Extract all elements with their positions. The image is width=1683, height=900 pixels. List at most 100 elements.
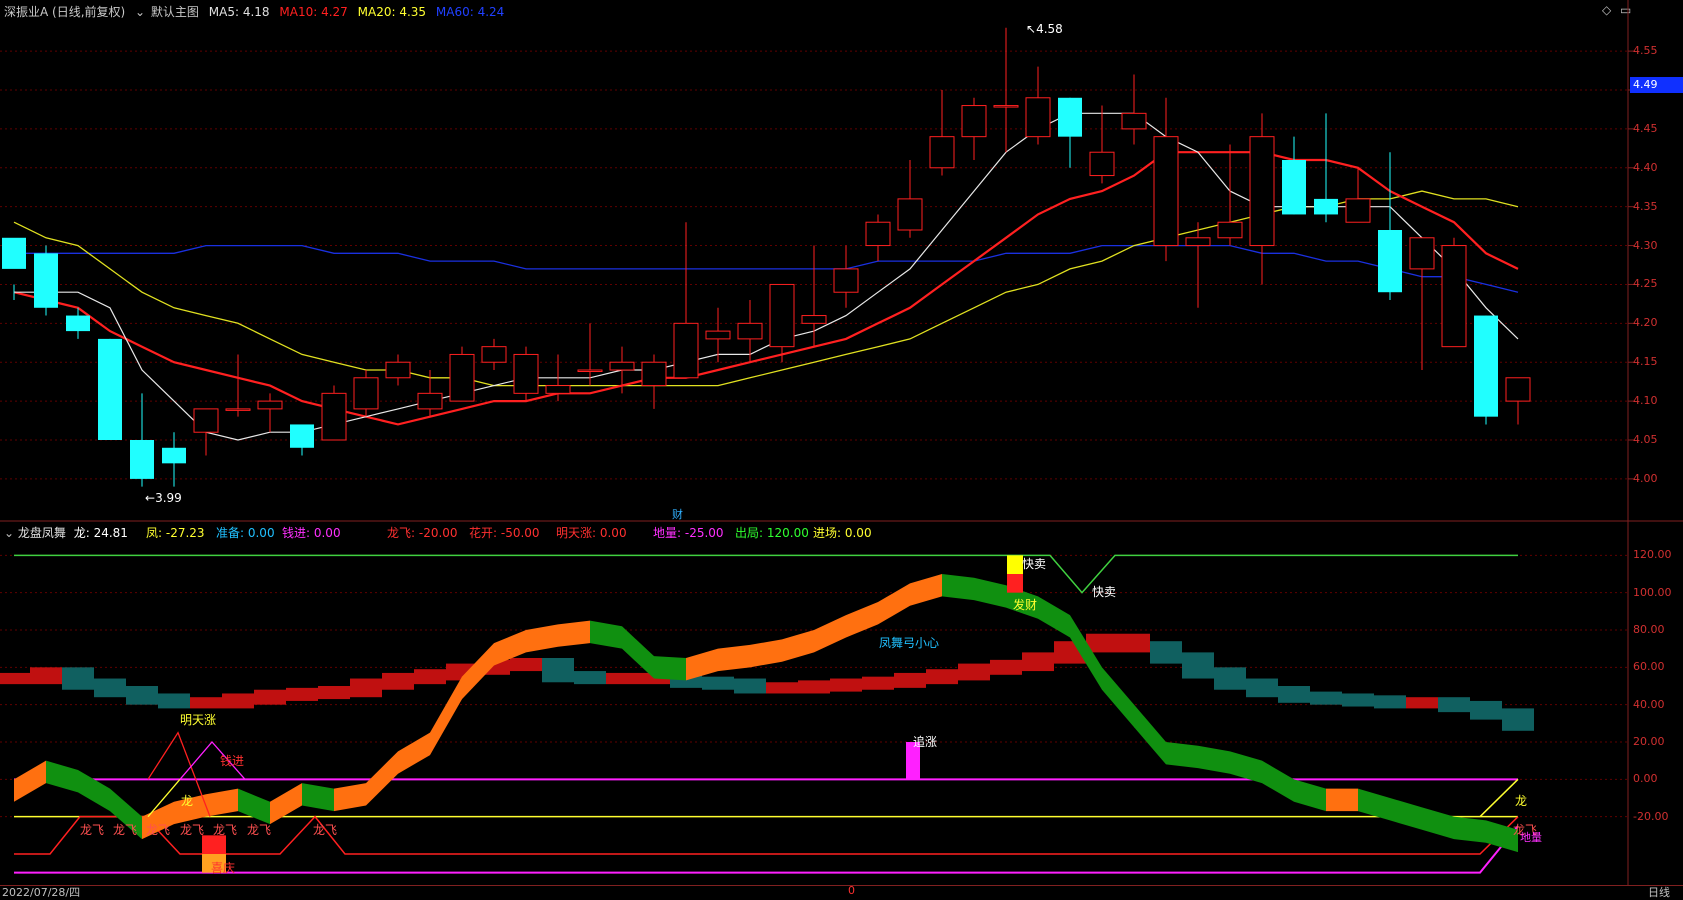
price-tick-label: 4.55 (1633, 44, 1658, 58)
candle-body-up (609, 361, 635, 371)
feng-band (1358, 788, 1390, 821)
long-bar (1438, 697, 1470, 713)
feng-band (942, 574, 974, 601)
cai-marker: 财 (672, 508, 683, 521)
feng-band (1230, 751, 1262, 784)
fengwu-label: 凤舞弓小心 (879, 636, 940, 650)
sub-tick-label: 0.00 (1633, 772, 1658, 786)
long-bar (990, 659, 1022, 675)
feng-band (1294, 779, 1326, 812)
feng-band (334, 783, 366, 812)
candle-body-up (865, 221, 891, 247)
long-bar (1182, 652, 1214, 679)
diliang-label: 地量 (1520, 831, 1542, 844)
sub-tick-label: 100.00 (1633, 585, 1672, 599)
sub-tick-label: 80.00 (1633, 623, 1665, 636)
long-bar (1470, 700, 1502, 720)
candle-body-up (833, 268, 859, 293)
long-bar (158, 693, 190, 709)
long-bar (1406, 697, 1438, 709)
diliang-line (14, 825, 1519, 874)
long-bar (222, 693, 254, 709)
feng-band (878, 583, 910, 625)
longfei-value: 龙飞: -20.00 (387, 526, 458, 540)
price-tick-label: 4.10 (1633, 394, 1658, 408)
feng-band (974, 577, 1006, 608)
candlestick-chart[interactable] (0, 0, 1683, 898)
candle-body-up (1217, 221, 1243, 239)
candle-body-up (1025, 97, 1051, 138)
candle-body-up (417, 392, 443, 410)
feng-band (366, 751, 398, 806)
long-bar (1118, 633, 1150, 653)
sub-tick-label: -20.00 (1633, 809, 1669, 823)
long-bar (862, 676, 894, 690)
high-annotation: ↖4.58 (1026, 22, 1063, 36)
long-bar (126, 686, 158, 705)
candle-body-up (1345, 198, 1371, 223)
zero-marker: 0 (848, 884, 855, 897)
price-tick-label: 4.20 (1633, 316, 1658, 330)
feng-band (1454, 816, 1486, 843)
candle-body-down (66, 315, 90, 332)
indicator-name[interactable]: 龙盘凤舞 (18, 526, 66, 540)
candle-body-up (897, 198, 923, 231)
candle-body-down (130, 440, 154, 479)
price-tick-label: 4.00 (1633, 471, 1658, 485)
feng-band (782, 630, 814, 662)
xiqing-red (202, 835, 226, 854)
candle-body-down (1314, 198, 1338, 215)
candle-body-down (34, 253, 58, 308)
zhunbei-value: 准备: 0.00 (216, 526, 275, 540)
ma20-line (13, 190, 1519, 387)
long-bar (830, 678, 862, 692)
diliang-value: 地量: -25.00 (653, 526, 724, 540)
feng-band (750, 639, 782, 668)
sub-tick-label: 40.00 (1633, 697, 1665, 711)
long-bar (1502, 708, 1534, 731)
longfei-line (14, 815, 1519, 855)
long-bar (30, 667, 62, 685)
feng-band (1198, 745, 1230, 774)
feng-band (1134, 704, 1166, 765)
candle-body-up (353, 377, 379, 410)
price-tick-label: 4.45 (1633, 121, 1658, 135)
candle-body-up (449, 353, 475, 402)
feng-value: 凤: -27.23 (146, 526, 205, 540)
feng-band (558, 620, 590, 647)
long-bar (1150, 641, 1182, 664)
long-bar (798, 680, 830, 694)
long-label-2: 龙 (1515, 794, 1528, 808)
long-bar (254, 689, 286, 705)
chuju-value: 出局: 120.00 (735, 526, 809, 540)
candle-body-up (705, 330, 731, 340)
longfei-label: 龙飞 (180, 823, 205, 837)
feng-band (14, 760, 46, 802)
candle-body-up (801, 315, 827, 324)
candle-body-down (1474, 315, 1498, 417)
candle-body-up (737, 322, 763, 340)
long-bar (190, 697, 222, 709)
candle-body-up (769, 283, 795, 348)
jinchang-value: 进场: 0.00 (813, 526, 872, 540)
long-bar (1214, 667, 1246, 690)
dropdown-chevron-icon[interactable]: ⌄ (4, 526, 14, 540)
kuaimai-label-1: 快卖 (1022, 557, 1047, 571)
longfei-label: 龙飞 (113, 823, 138, 837)
feng-band (1422, 807, 1454, 840)
long-bar (62, 667, 94, 690)
feng-band (46, 760, 78, 793)
feng-band (398, 732, 430, 774)
footer-bar (0, 885, 1683, 899)
long-bar (958, 663, 990, 681)
sub-chart-header: ⌄ 龙盘凤舞 龙: 24.81 (4, 524, 128, 541)
feng-band (78, 770, 110, 812)
xiqing-label: 喜庆 (211, 861, 236, 875)
price-tick-label: 4.05 (1633, 433, 1658, 446)
long-value: 龙: 24.81 (73, 526, 128, 540)
feng-band (654, 656, 686, 681)
long-triangle-right (1479, 778, 1519, 818)
price-tick-label: 4.25 (1633, 277, 1658, 291)
price-tick-label: 4.35 (1633, 199, 1658, 213)
mingtianzhang-value: 明天涨: 0.00 (556, 526, 627, 540)
